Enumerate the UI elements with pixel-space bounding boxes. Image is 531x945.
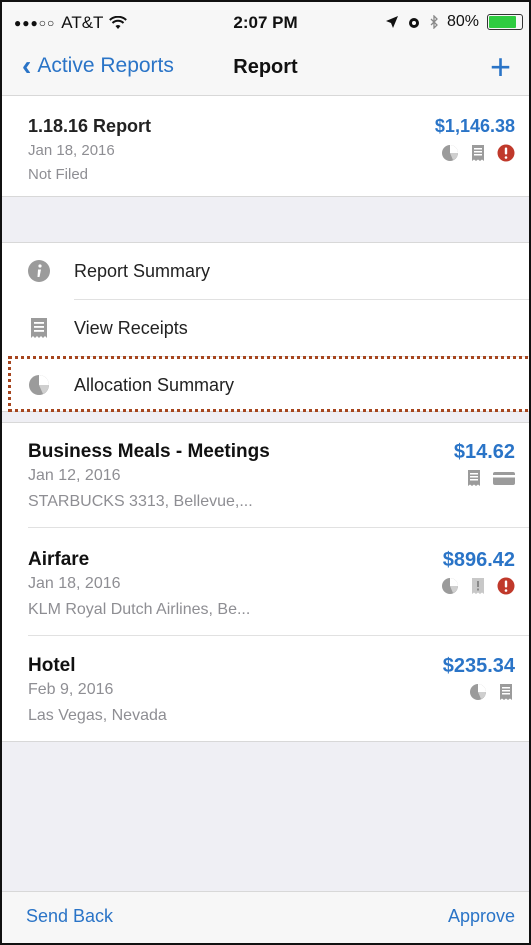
expense-vendor: KLM Royal Dutch Airlines, Be... (28, 601, 251, 618)
expense-vendor: Las Vegas, Nevada (28, 707, 167, 724)
menu-item-label: View Receipts (74, 318, 188, 338)
navigation-bar: ‹ Active Reports Report + (2, 42, 529, 96)
expense-name: Business Meals - Meetings (28, 441, 270, 462)
expense-list: Business Meals - Meetings Jan 12, 2016 S… (2, 422, 529, 742)
expense-name: Hotel (28, 655, 76, 676)
report-amount: $1,146.38 (434, 116, 515, 136)
status-bar: ●●●○○ AT&T 2:07 PM 80% (2, 2, 529, 42)
menu-item-report-summary[interactable]: Report Summary (2, 243, 529, 299)
expense-icons (441, 577, 515, 595)
bottom-toolbar: Send Back Approve (2, 891, 529, 943)
expense-date: Jan 12, 2016 (28, 467, 121, 484)
receipt-icon (500, 684, 512, 700)
expense-row[interactable]: Business Meals - Meetings Jan 12, 2016 S… (2, 423, 529, 523)
expense-amount: $14.62 (453, 441, 515, 463)
alert-icon (497, 144, 515, 162)
expense-icons (465, 469, 515, 487)
menu-item-label: Report Summary (74, 261, 211, 281)
expense-vendor: STARBUCKS 3313, Bellevue,... (28, 493, 253, 510)
report-name: 1.18.16 Report (28, 116, 152, 136)
info-icon (28, 260, 50, 282)
menu-item-view-receipts[interactable]: View Receipts (2, 300, 529, 356)
receipt-warning-icon (472, 578, 484, 594)
expense-row[interactable]: Hotel Feb 9, 2016 Las Vegas, Nevada $235… (2, 637, 529, 737)
add-button[interactable]: + (490, 46, 511, 88)
expense-amount: $235.34 (442, 655, 515, 677)
battery-percent: 80% (446, 13, 479, 30)
page-title: Report (233, 56, 298, 78)
pie-chart-icon (470, 684, 486, 700)
pie-chart-icon (442, 578, 458, 594)
report-header[interactable]: 1.18.16 Report Jan 18, 2016 Not Filed $1… (2, 96, 529, 197)
alarm-icon (408, 18, 419, 28)
battery-icon (487, 14, 523, 30)
send-back-button[interactable]: Send Back (26, 906, 113, 927)
credit-card-icon (493, 472, 515, 485)
receipt-icon (468, 470, 480, 486)
location-arrow-icon (385, 16, 398, 28)
expense-name: Airfare (28, 549, 90, 570)
receipt-icon (472, 145, 484, 161)
report-date: Jan 18, 2016 (28, 142, 115, 159)
receipt-icon (31, 318, 47, 338)
bluetooth-icon (430, 15, 438, 29)
expense-date: Feb 9, 2016 (28, 681, 114, 698)
row-divider (28, 527, 529, 528)
report-status: Not Filed (28, 166, 89, 183)
row-divider (28, 635, 529, 636)
highlight-annotation (8, 356, 529, 412)
expense-row[interactable]: Airfare Jan 18, 2016 KLM Royal Dutch Air… (2, 531, 529, 631)
app-frame: ●●●○○ AT&T 2:07 PM 80% ‹ Active Reports … (0, 0, 531, 945)
status-right: 80% (385, 13, 523, 31)
expense-amount: $896.42 (442, 549, 515, 571)
alert-icon (497, 577, 515, 595)
expense-date: Jan 18, 2016 (28, 575, 121, 592)
approve-button[interactable]: Approve (448, 906, 515, 927)
pie-chart-icon (442, 145, 458, 161)
report-icons (441, 144, 515, 162)
expense-icons (469, 683, 515, 701)
